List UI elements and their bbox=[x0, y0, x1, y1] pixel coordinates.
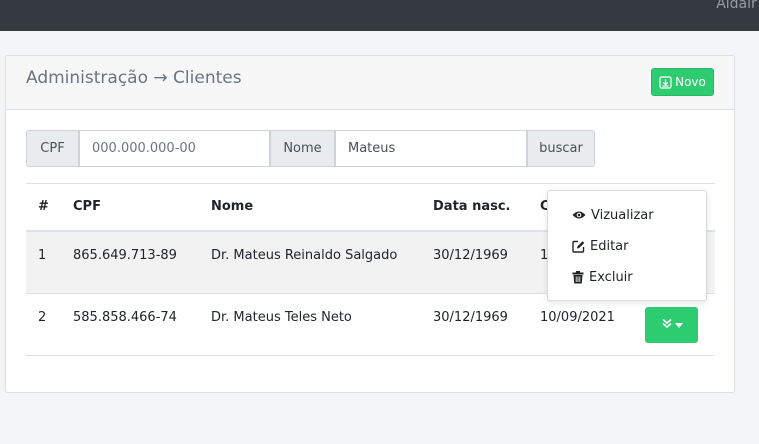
new-client-button[interactable]: Novo bbox=[651, 68, 714, 96]
row-actions-menu: Vizualizar Editar Excluir bbox=[547, 190, 707, 301]
search-button[interactable]: buscar bbox=[527, 130, 595, 167]
menu-item-label: Vizualizar bbox=[591, 207, 654, 223]
column-header: CPF bbox=[73, 199, 101, 214]
row-birth-date: 30/12/1969 bbox=[433, 310, 508, 325]
card-header: Administração → Clientes Novo bbox=[6, 56, 734, 110]
trash-icon bbox=[572, 270, 584, 284]
row-created-date: 10/09/2021 bbox=[540, 310, 615, 325]
cpf-input[interactable] bbox=[79, 130, 270, 167]
top-navbar: Aldair C bbox=[0, 0, 759, 31]
column-header: # bbox=[38, 199, 49, 214]
menu-item-view[interactable]: Vizualizar bbox=[572, 204, 654, 226]
menu-item-label: Excluir bbox=[589, 269, 633, 285]
table-row: 2 585.858.466-74 Dr. Mateus Teles Neto 3… bbox=[26, 294, 715, 356]
row-birth-date: 30/12/1969 bbox=[433, 248, 508, 263]
menu-item-edit[interactable]: Editar bbox=[572, 235, 629, 257]
double-chevron-down-icon bbox=[661, 317, 673, 333]
name-input[interactable] bbox=[335, 130, 527, 167]
page-title: Administração → Clientes bbox=[26, 68, 242, 88]
row-name: Dr. Mateus Teles Neto bbox=[211, 310, 352, 325]
row-actions-button[interactable] bbox=[645, 307, 698, 343]
column-header: Nome bbox=[211, 199, 254, 214]
row-name: Dr. Mateus Reinaldo Salgado bbox=[211, 248, 398, 263]
new-doc-icon bbox=[659, 75, 672, 89]
row-cpf: 585.858.466-74 bbox=[73, 310, 177, 325]
cpf-label: CPF bbox=[26, 130, 79, 167]
new-button-label: Novo bbox=[675, 75, 706, 89]
row-index: 1 bbox=[38, 248, 47, 263]
row-index: 2 bbox=[38, 310, 47, 325]
eye-icon bbox=[572, 210, 586, 220]
menu-item-delete[interactable]: Excluir bbox=[572, 266, 633, 288]
column-header: Data nasc. bbox=[433, 199, 511, 214]
caret-down-icon bbox=[674, 322, 683, 328]
edit-icon bbox=[572, 240, 585, 253]
name-label: Nome bbox=[270, 130, 335, 167]
row-cpf: 865.649.713-89 bbox=[73, 248, 177, 263]
menu-item-label: Editar bbox=[590, 238, 629, 254]
user-name[interactable]: Aldair C bbox=[716, 0, 759, 12]
